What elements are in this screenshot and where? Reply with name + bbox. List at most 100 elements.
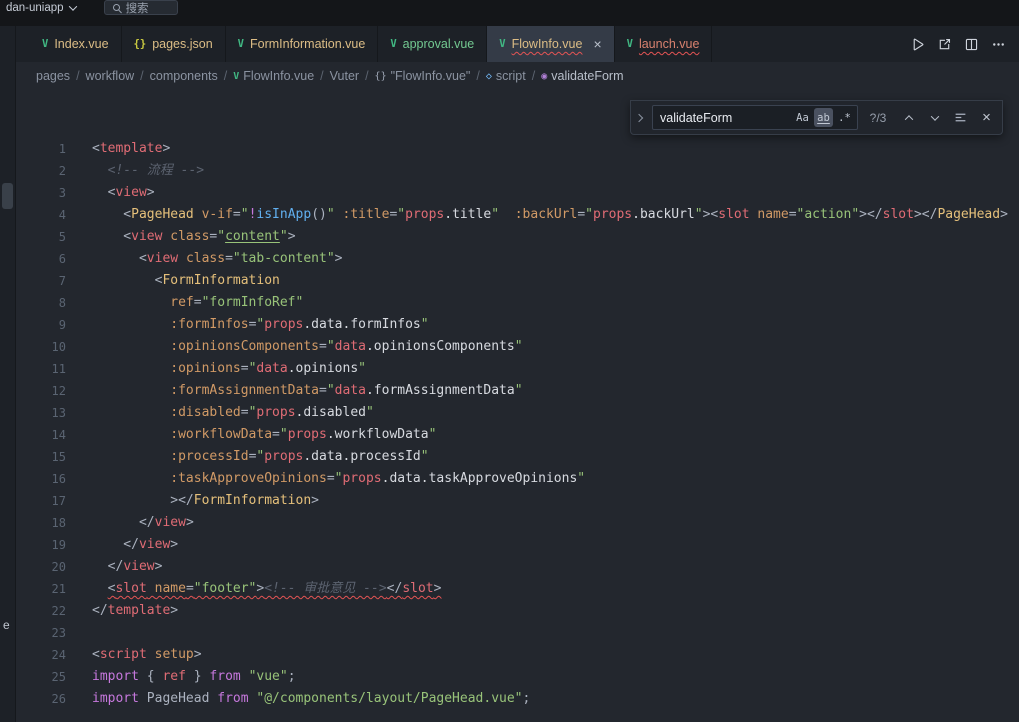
breadcrumb-item-Vuter[interactable]: Vuter xyxy=(330,69,359,83)
line-number: 11 xyxy=(16,358,66,380)
breadcrumb-separator: / xyxy=(76,69,79,83)
breadcrumb-item-components[interactable]: components xyxy=(150,69,218,83)
project-selector[interactable]: dan-uniapp xyxy=(6,0,76,15)
project-name: dan-uniapp xyxy=(6,2,64,14)
more-actions-button[interactable] xyxy=(987,33,1009,55)
titlebar-search-box[interactable]: 搜索 xyxy=(104,0,178,15)
previous-match-button[interactable] xyxy=(898,107,919,128)
code-line[interactable]: 12 :formAssignmentData="data.formAssignm… xyxy=(16,380,1019,402)
find-in-selection-button[interactable] xyxy=(950,107,971,128)
line-number: 12 xyxy=(16,380,66,402)
code-line[interactable]: 15 :processId="props.data.processId" xyxy=(16,446,1019,468)
breadcrumb-item-validateForm[interactable]: ◉validateForm xyxy=(541,69,623,83)
title-bar: dan-uniapp 搜索 xyxy=(0,0,1019,26)
code-line[interactable]: 4 <PageHead v-if="!isInApp()" :title="pr… xyxy=(16,204,1019,226)
close-tab-icon[interactable]: × xyxy=(593,37,601,51)
breadcrumb-item-pages[interactable]: pages xyxy=(36,69,70,83)
code-line[interactable]: 5 <view class="content"> xyxy=(16,226,1019,248)
code-line[interactable]: 2 <!-- 流程 --> xyxy=(16,160,1019,182)
close-find-button[interactable]: × xyxy=(976,107,997,128)
whole-word-toggle[interactable]: ab xyxy=(814,108,833,127)
match-case-toggle[interactable]: Aa xyxy=(793,108,812,127)
line-number: 6 xyxy=(16,248,66,270)
code-line[interactable]: 21 <slot name="footer"><!-- 审批意见 --></sl… xyxy=(16,578,1019,600)
code-text: </template> xyxy=(66,600,178,622)
code-line[interactable]: 14 :workflowData="props.workflowData" xyxy=(16,424,1019,446)
code-line[interactable]: 13 :disabled="props.disabled" xyxy=(16,402,1019,424)
next-match-button[interactable] xyxy=(924,107,945,128)
code-line[interactable]: 9 :formInfos="props.data.formInfos" xyxy=(16,314,1019,336)
line-number: 5 xyxy=(16,226,66,248)
code-text: <template> xyxy=(66,138,170,160)
vscode-window: dan-uniapp 搜索 e VIndex.vue{}pages.jsonVF… xyxy=(0,0,1019,722)
code-line[interactable]: 23 xyxy=(16,622,1019,644)
code-line[interactable]: 22</template> xyxy=(16,600,1019,622)
breadcrumb-item-workflow[interactable]: workflow xyxy=(86,69,135,83)
line-number: 24 xyxy=(16,644,66,666)
code-line[interactable]: 11 :opinions="data.opinions" xyxy=(16,358,1019,380)
close-icon: × xyxy=(982,110,991,125)
code-line[interactable]: 16 :taskApproveOpinions="props.data.task… xyxy=(16,468,1019,490)
line-number: 10 xyxy=(16,336,66,358)
tab-label: pages.json xyxy=(152,37,212,51)
line-number: 2 xyxy=(16,160,66,182)
tab-approval.vue[interactable]: Vapproval.vue xyxy=(378,26,487,62)
editor[interactable]: Aaab.* ?/3 × xyxy=(16,90,1019,722)
code-line[interactable]: 26import PageHead from "@/components/lay… xyxy=(16,688,1019,710)
tab-FormInformation.vue[interactable]: VFormInformation.vue xyxy=(226,26,379,62)
breadcrumb-item-FlowInfo.vue[interactable]: {}"FlowInfo.vue" xyxy=(375,69,471,83)
search-icon xyxy=(113,4,120,11)
tab-FlowInfo.vue[interactable]: VFlowInfo.vue× xyxy=(487,26,614,62)
code-line[interactable]: 7 <FormInformation xyxy=(16,270,1019,292)
breadcrumb-separator: / xyxy=(320,69,323,83)
open-changes-button[interactable] xyxy=(933,33,955,55)
code-text: :opinionsComponents="data.opinionsCompon… xyxy=(66,336,523,358)
breadcrumb-item-script[interactable]: ◇script xyxy=(486,69,526,83)
code-line[interactable]: 20 </view> xyxy=(16,556,1019,578)
breadcrumb-label: workflow xyxy=(86,69,135,83)
code-line[interactable]: 24<script setup> xyxy=(16,644,1019,666)
regex-toggle[interactable]: .* xyxy=(835,108,854,127)
symbol-module-icon: ◇ xyxy=(486,71,492,82)
line-number: 19 xyxy=(16,534,66,556)
code-text: <view class="content"> xyxy=(66,226,296,248)
code-text xyxy=(66,622,92,644)
code-text: <PageHead v-if="!isInApp()" :title="prop… xyxy=(66,204,1008,226)
tab-launch.vue[interactable]: Vlaunch.vue xyxy=(615,26,713,62)
tab-Index.vue[interactable]: VIndex.vue xyxy=(30,26,122,62)
breadcrumb-label: pages xyxy=(36,69,70,83)
run-button[interactable] xyxy=(906,33,928,55)
code-text: </view> xyxy=(66,556,162,578)
vue-file-icon: V xyxy=(627,38,633,50)
tab-label: FlowInfo.vue xyxy=(512,37,583,51)
line-number: 21 xyxy=(16,578,66,600)
breadcrumb-item-FlowInfo.vue[interactable]: V FlowInfo.vue xyxy=(233,69,314,83)
split-editor-button[interactable] xyxy=(960,33,982,55)
code-text: :formInfos="props.data.formInfos" xyxy=(66,314,429,336)
code-line[interactable]: 17 ></FormInformation> xyxy=(16,490,1019,512)
code-area[interactable]: 1<template>2 <!-- 流程 -->3 <view>4 <PageH… xyxy=(16,90,1019,710)
code-text: :opinions="data.opinions" xyxy=(66,358,366,380)
code-line[interactable]: 18 </view> xyxy=(16,512,1019,534)
breadcrumb-label: components xyxy=(150,69,218,83)
code-line[interactable]: 25import { ref } from "vue"; xyxy=(16,666,1019,688)
symbol-method-icon: ◉ xyxy=(541,71,547,82)
activity-bar-indicator[interactable] xyxy=(2,183,13,209)
code-line[interactable]: 1<template> xyxy=(16,138,1019,160)
breadcrumb-separator: / xyxy=(365,69,368,83)
code-line[interactable]: 6 <view class="tab-content"> xyxy=(16,248,1019,270)
breadcrumb-label: FlowInfo.vue xyxy=(243,69,314,83)
vue-icon: V xyxy=(233,71,239,82)
code-line[interactable]: 8 ref="formInfoRef" xyxy=(16,292,1019,314)
code-line[interactable]: 19 </view> xyxy=(16,534,1019,556)
breadcrumb-separator: / xyxy=(476,69,479,83)
tab-label: FormInformation.vue xyxy=(250,37,365,51)
tab-pages.json[interactable]: {}pages.json xyxy=(122,26,226,62)
code-line[interactable]: 10 :opinionsComponents="data.opinionsCom… xyxy=(16,336,1019,358)
chevron-down-icon xyxy=(930,112,938,120)
code-line[interactable]: 3 <view> xyxy=(16,182,1019,204)
run-icon xyxy=(910,37,925,52)
open-changes-icon xyxy=(937,37,952,52)
code-text: :formAssignmentData="data.formAssignment… xyxy=(66,380,523,402)
toggle-replace-button[interactable] xyxy=(631,101,647,134)
